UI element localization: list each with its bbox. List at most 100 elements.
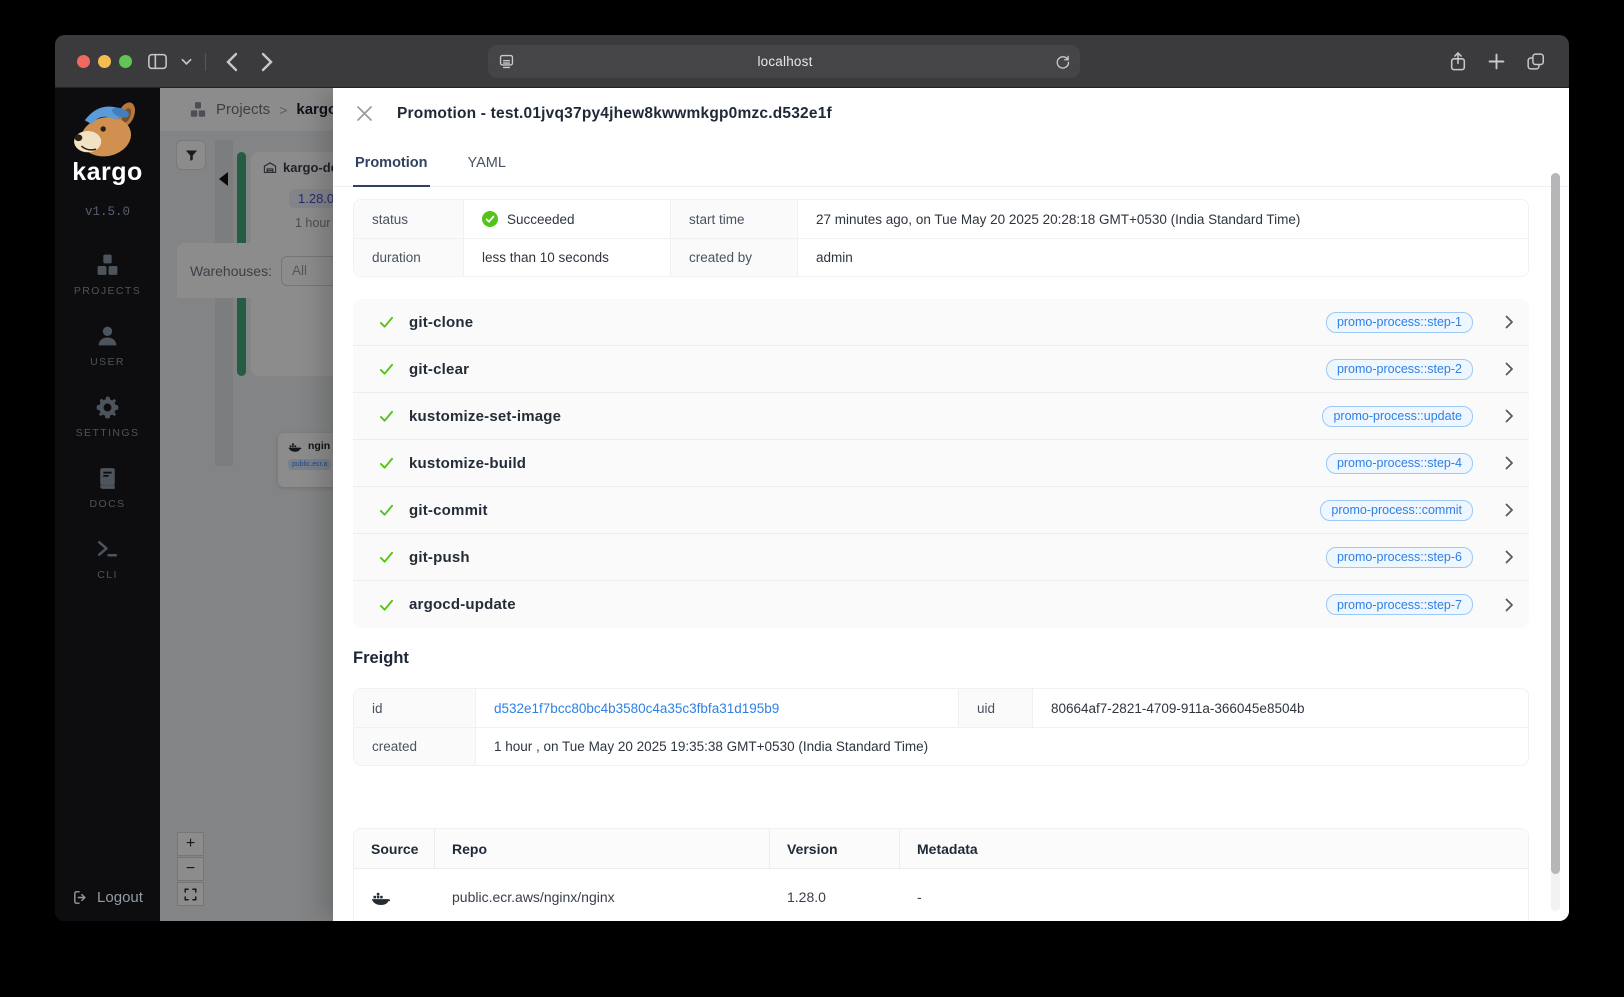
forward-button[interactable]	[261, 52, 274, 72]
back-button[interactable]	[225, 52, 238, 72]
meta-duration-label: duration	[354, 238, 464, 276]
success-check-icon	[482, 211, 498, 227]
close-icon	[357, 106, 372, 121]
logout-label: Logout	[97, 889, 143, 906]
window-controls	[77, 55, 132, 68]
plus-icon	[1488, 53, 1505, 70]
sidebar-toggle-button[interactable]	[147, 52, 168, 71]
step-check-icon	[379, 504, 394, 516]
step-name: kustomize-set-image	[409, 407, 562, 425]
artifact-repo: public.ecr.aws/nginx/nginx	[435, 869, 770, 921]
docker-whale-icon	[371, 892, 391, 905]
tab-yaml[interactable]: YAML	[468, 139, 506, 186]
tab-promotion[interactable]: Promotion	[353, 139, 429, 187]
page-settings-icon[interactable]	[498, 53, 515, 70]
step-row-kustomize-set-image[interactable]: kustomize-set-image promo-process::updat…	[353, 393, 1529, 440]
reload-button[interactable]	[1055, 54, 1070, 70]
step-name: argocd-update	[409, 596, 516, 613]
freight-id-label: id	[354, 689, 476, 727]
sidebar-item-docs[interactable]: DOCS	[90, 466, 126, 510]
meta-status-label: status	[354, 200, 464, 238]
table-row: public.ecr.aws/nginx/nginx 1.28.0 -	[354, 869, 1528, 921]
gear-icon	[96, 396, 119, 419]
logout-icon	[74, 891, 86, 904]
chevron-right-icon[interactable]	[1505, 362, 1514, 376]
main-content: Projects > kargo-de kargo-dem 1.28.0 1 h…	[160, 88, 1569, 921]
artifacts-header-metadata: Metadata	[900, 829, 1528, 869]
meta-created-by-label: created by	[671, 238, 798, 276]
promotion-drawer: Promotion - test.01jvq37py4jhew8kwwmkgp0…	[333, 88, 1569, 921]
step-alias-badge: promo-process::step-2	[1325, 358, 1473, 380]
freight-table: id d532e1f7bcc80bc4b3580c4a35c3fbfa31d19…	[353, 688, 1529, 766]
freight-created-value: 1 hour , on Tue May 20 2025 19:35:38 GMT…	[476, 727, 1528, 765]
step-alias-badge: promo-process::step-4	[1325, 452, 1473, 474]
step-check-icon	[379, 599, 394, 611]
chevron-right-icon[interactable]	[1505, 409, 1514, 423]
app-version: v1.5.0	[84, 205, 130, 219]
sidebar-toggle-icon	[148, 53, 167, 70]
url-text[interactable]: localhost	[515, 54, 1055, 69]
step-row-git-clone[interactable]: git-clone promo-process::step-1	[353, 299, 1529, 346]
share-button[interactable]	[1449, 51, 1467, 72]
kargo-mascot-icon	[73, 102, 135, 157]
meta-start-value: 27 minutes ago, on Tue May 20 2025 20:28…	[798, 200, 1528, 238]
tabs-overview-icon	[1527, 53, 1545, 70]
step-check-icon	[379, 410, 394, 422]
step-check-icon	[379, 551, 394, 563]
step-name: kustomize-build	[409, 454, 527, 472]
sidebar-item-projects[interactable]: PROJECTS	[74, 253, 141, 297]
promotion-steps-list: git-clone promo-process::step-1 git-clea…	[353, 299, 1529, 628]
step-alias-badge: promo-process::update	[1322, 405, 1473, 427]
chevron-right-icon[interactable]	[1505, 315, 1514, 329]
sidebar-item-label: PROJECTS	[73, 285, 142, 297]
minimize-window-button[interactable]	[98, 55, 111, 68]
fullscreen-window-button[interactable]	[119, 55, 132, 68]
user-icon	[98, 326, 117, 346]
step-alias-badge: promo-process::step-6	[1325, 546, 1473, 568]
sidebar-menu-chevron[interactable]	[181, 58, 192, 66]
chevron-right-icon[interactable]	[1505, 503, 1514, 517]
freight-uid-value: 80664af7-2821-4709-911a-366045e8504b	[1033, 689, 1528, 727]
step-row-git-commit[interactable]: git-commit promo-process::commit	[353, 487, 1529, 534]
artifacts-header-version: Version	[770, 829, 900, 869]
sidebar-item-label: DOCS	[89, 498, 126, 510]
tab-overview-button[interactable]	[1526, 52, 1545, 71]
drawer-scrollbar-thumb[interactable]	[1551, 173, 1560, 875]
drawer-close-button[interactable]	[355, 104, 374, 123]
projects-icon	[97, 254, 118, 275]
sidebar-item-cli[interactable]: CLI	[95, 537, 120, 581]
step-alias-badge: promo-process::step-7	[1325, 594, 1473, 615]
step-name: git-clone	[409, 313, 474, 331]
browser-window: localhost kargo v1.5.0 PROJECTS USER SET…	[55, 35, 1569, 921]
step-alias-badge: promo-process::step-1	[1325, 311, 1473, 333]
logout-button[interactable]: Logout	[72, 889, 143, 906]
close-window-button[interactable]	[77, 55, 90, 68]
promotion-meta-table: status Succeeded start time 27 minutes a…	[353, 199, 1529, 277]
sidebar-item-user[interactable]: USER	[90, 324, 125, 368]
chevron-right-icon[interactable]	[1505, 598, 1514, 612]
book-icon	[100, 468, 115, 489]
freight-id-link[interactable]: d532e1f7bcc80bc4b3580c4a35c3fbfa31d195b9	[494, 701, 779, 716]
freight-created-label: created	[354, 727, 476, 765]
step-row-kustomize-build[interactable]: kustomize-build promo-process::step-4	[353, 440, 1529, 487]
chevron-right-icon[interactable]	[1505, 550, 1514, 564]
sidebar-item-label: USER	[90, 356, 125, 368]
freight-heading: Freight	[353, 649, 409, 667]
kargo-logo[interactable]: kargo	[71, 98, 145, 187]
chevron-down-icon	[181, 58, 192, 65]
step-alias-badge: promo-process::commit	[1320, 499, 1473, 521]
sidebar-item-label: CLI	[97, 569, 118, 581]
drawer-body: status Succeeded start time 27 minutes a…	[333, 187, 1569, 921]
step-row-argocd-update[interactable]: argocd-update promo-process::step-7	[353, 581, 1529, 628]
new-tab-button[interactable]	[1488, 53, 1505, 70]
share-icon	[1450, 51, 1466, 71]
step-check-icon	[379, 457, 394, 469]
artifacts-header-source: Source	[354, 829, 435, 869]
step-row-git-clear[interactable]: git-clear promo-process::step-2	[353, 346, 1529, 393]
sidebar-item-settings[interactable]: SETTINGS	[76, 395, 140, 439]
chevron-right-icon[interactable]	[1505, 456, 1514, 470]
address-bar[interactable]: localhost	[488, 45, 1080, 78]
step-row-git-push[interactable]: git-push promo-process::step-6	[353, 534, 1529, 581]
drawer-scrollbar	[1551, 173, 1560, 911]
step-check-icon	[379, 316, 394, 328]
